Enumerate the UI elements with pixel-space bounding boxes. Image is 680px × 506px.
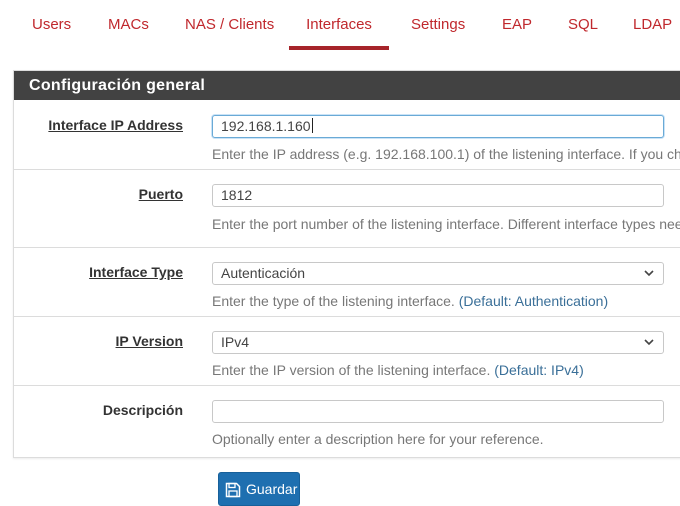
- interface-type-help-text: Enter the type of the listening interfac…: [212, 293, 455, 309]
- description-input[interactable]: [212, 400, 664, 423]
- form-row-ip-version: IP Version IPv4 Enter the IP version of …: [14, 317, 680, 386]
- text-cursor: [311, 118, 313, 133]
- panel-title: Configuración general: [14, 71, 680, 100]
- chevron-down-icon: [644, 339, 654, 346]
- interface-type-select[interactable]: Autenticación: [212, 262, 664, 285]
- form-row-ip-address: Interface IP Address 192.168.1.160 Enter…: [14, 100, 680, 170]
- chevron-down-icon: [644, 270, 654, 277]
- port-label: Puerto: [138, 186, 183, 202]
- port-help: Enter the port number of the listening i…: [212, 216, 680, 232]
- ip-address-input[interactable]: 192.168.1.160: [212, 115, 664, 138]
- tab-nas-clients[interactable]: NAS / Clients: [185, 0, 274, 50]
- port-input[interactable]: 1812: [212, 184, 664, 207]
- interface-type-default: (Default: Authentication): [458, 293, 609, 309]
- port-value: 1812: [221, 187, 253, 203]
- interface-type-selected: Autenticación: [221, 265, 306, 281]
- tab-users[interactable]: Users: [32, 0, 71, 50]
- tab-label: NAS / Clients: [185, 16, 275, 33]
- tab-macs[interactable]: MACs: [108, 0, 149, 50]
- description-help: Optionally enter a description here for …: [212, 431, 544, 447]
- ip-version-help: Enter the IP version of the listening in…: [212, 362, 584, 378]
- interface-type-help: Enter the type of the listening interfac…: [212, 293, 608, 309]
- tab-eap[interactable]: EAP: [502, 0, 532, 50]
- ip-address-value: 192.168.1.160: [221, 118, 311, 134]
- form-row-description: Descripción Optionally enter a descripti…: [14, 386, 680, 456]
- ip-version-label: IP Version: [115, 333, 183, 349]
- form-row-port: Puerto 1812 Enter the port number of the…: [14, 170, 680, 248]
- ip-version-selected: IPv4: [221, 334, 250, 350]
- description-label: Descripción: [102, 402, 183, 418]
- tab-ldap[interactable]: LDAP: [633, 0, 672, 50]
- form-row-interface-type: Interface Type Autenticación Enter the t…: [14, 248, 680, 317]
- tab-label: Interfaces: [306, 16, 372, 33]
- general-config-panel: Configuración general Interface IP Addre…: [13, 70, 680, 458]
- ip-address-help: Enter the IP address (e.g. 192.168.100.1…: [212, 146, 680, 162]
- tab-label: LDAP: [633, 16, 673, 33]
- tab-bar: Users MACs NAS / Clients Interfaces Sett…: [0, 0, 680, 52]
- save-button[interactable]: Guardar: [218, 472, 300, 506]
- tab-label: MACs: [108, 16, 149, 33]
- tab-label: SQL: [568, 16, 599, 33]
- tab-sql[interactable]: SQL: [568, 0, 598, 50]
- tab-label: Users: [32, 16, 72, 33]
- ip-version-select[interactable]: IPv4: [212, 331, 664, 354]
- floppy-disk-icon: [225, 482, 241, 498]
- interface-type-label: Interface Type: [89, 264, 183, 280]
- tab-label: Settings: [411, 16, 466, 33]
- ip-address-label: Interface IP Address: [48, 117, 183, 133]
- tab-interfaces[interactable]: Interfaces: [289, 0, 389, 50]
- tab-settings[interactable]: Settings: [411, 0, 465, 50]
- tab-label: EAP: [502, 16, 533, 33]
- active-tab-indicator: [289, 46, 389, 50]
- save-label: Guardar: [246, 481, 298, 497]
- ip-version-default: (Default: IPv4): [494, 362, 584, 378]
- ip-version-help-text: Enter the IP version of the listening in…: [212, 362, 491, 378]
